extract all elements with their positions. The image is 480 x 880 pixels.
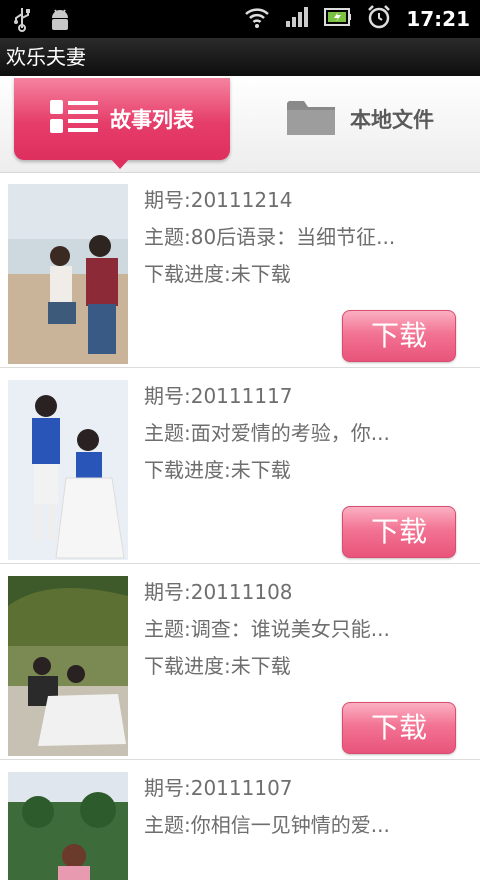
list-icon [50, 99, 98, 139]
story-topic: 主题:80后语录：当细节征... [144, 225, 396, 249]
active-tab-pointer [110, 158, 130, 169]
status-bar: 17:21 [0, 0, 480, 38]
android-debug-icon [48, 6, 72, 36]
tab-local-files[interactable]: 本地文件 [260, 78, 460, 160]
story-info: 期号:20111214 主题:80后语录：当细节征... 下载进度:未下载 [144, 186, 464, 297]
tab-bar: 故事列表 本地文件 [0, 76, 480, 173]
download-button[interactable]: 下载 [342, 310, 456, 362]
issue-number: 期号:20111117 [144, 384, 293, 408]
status-time: 17:21 [406, 7, 470, 31]
story-list: 期号:20111214 主题:80后语录：当细节征... 下载进度:未下载 下载… [0, 172, 480, 880]
issue-number: 期号:20111108 [144, 580, 293, 604]
issue-number: 期号:20111214 [144, 188, 293, 212]
folder-icon [286, 97, 336, 142]
tab-story-list-label: 故事列表 [110, 108, 194, 132]
story-topic: 主题:你相信一见钟情的爱... [144, 813, 390, 837]
download-button[interactable]: 下载 [342, 506, 456, 558]
list-item[interactable]: 期号:20111108 主题:调查：谁说美女只能... 下载进度:未下载 下载 [0, 564, 480, 760]
story-info: 期号:20111108 主题:调查：谁说美女只能... 下载进度:未下载 [144, 578, 464, 689]
signal-icon [284, 5, 310, 33]
list-item[interactable]: 期号:20111117 主题:面对爱情的考验，你... 下载进度:未下载 下载 [0, 368, 480, 564]
story-thumbnail [8, 576, 128, 756]
tab-local-files-label: 本地文件 [350, 108, 434, 132]
story-info: 期号:20111107 主题:你相信一见钟情的爱... [144, 774, 464, 848]
story-topic: 主题:面对爱情的考验，你... [144, 421, 390, 445]
app-title: 欢乐夫妻 [0, 38, 480, 76]
story-thumbnail [8, 380, 128, 560]
list-item[interactable]: 期号:20111107 主题:你相信一见钟情的爱... [0, 760, 480, 880]
issue-number: 期号:20111107 [144, 776, 293, 800]
download-progress: 下载进度:未下载 [144, 458, 291, 482]
alarm-icon [366, 4, 392, 34]
download-progress: 下载进度:未下载 [144, 262, 291, 286]
download-button[interactable]: 下载 [342, 702, 456, 754]
story-info: 期号:20111117 主题:面对爱情的考验，你... 下载进度:未下载 [144, 382, 464, 493]
wifi-icon [244, 5, 270, 33]
tab-story-list[interactable]: 故事列表 [14, 78, 230, 160]
story-thumbnail [8, 772, 128, 880]
download-progress: 下载进度:未下载 [144, 654, 291, 678]
usb-icon [12, 6, 32, 36]
story-thumbnail [8, 184, 128, 364]
battery-icon [324, 5, 352, 33]
list-item[interactable]: 期号:20111214 主题:80后语录：当细节征... 下载进度:未下载 下载 [0, 172, 480, 368]
story-topic: 主题:调查：谁说美女只能... [144, 617, 390, 641]
